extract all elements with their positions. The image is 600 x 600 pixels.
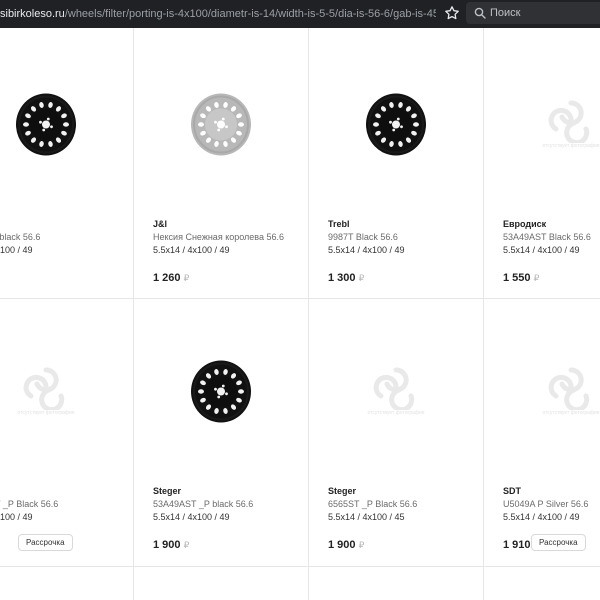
product-card[interactable]: отсутствует фотография Steger 6565ST _P Bl… xyxy=(309,299,483,565)
ruble-icon: ₽ xyxy=(183,273,190,283)
product-size: 5.5x14 / 4x100 / 45 xyxy=(328,512,405,522)
product-price: 1 300 ₽ xyxy=(328,272,365,284)
address-bar[interactable]: sibirkoleso.ru/wheels/filter/porting-is-… xyxy=(0,6,436,22)
product-price: 1 900 ₽ xyxy=(153,539,190,551)
wheel-black-icon xyxy=(189,360,253,429)
wheel-black-icon xyxy=(14,93,78,162)
no-photo-icon: отсутствует фотография xyxy=(16,364,76,424)
no-photo-icon: отсутствует фотография xyxy=(366,364,426,424)
product-brand[interactable]: Steger xyxy=(153,486,181,496)
product-name[interactable]: 9987T Black 56.6 xyxy=(328,232,398,242)
product-card[interactable]: Trebl 9987T Black 56.6 5.5x14 / 4x100 / 49… xyxy=(309,32,483,298)
product-name[interactable]: U5049A P Silver 56.6 xyxy=(503,499,588,509)
product-name[interactable]: 53A49AST _P black 56.6 xyxy=(153,499,253,509)
product-image[interactable]: отсутствует фотография xyxy=(309,349,483,439)
ruble-icon: ₽ xyxy=(358,273,365,283)
no-photo-caption: отсутствует фотография xyxy=(17,410,75,416)
product-card[interactable]: отсутствует фотография Евродиск 53A49AST B… xyxy=(484,32,600,298)
no-photo-caption: отсутствует фотография xyxy=(542,143,600,149)
no-photo-icon: отсутствует фотография xyxy=(541,364,600,424)
ruble-icon: ₽ xyxy=(183,540,190,550)
product-price: 1 260 ₽ xyxy=(153,272,190,284)
product-card[interactable]: Steger 53A49AST _P black 56.6 5.5x14 / 4x1… xyxy=(134,299,308,565)
product-brand[interactable]: J&l xyxy=(153,219,167,229)
product-card[interactable]: отсутствует фотография SDT U5049A P Silver… xyxy=(484,299,600,565)
product-name[interactable]: 6565ST _P Black 56.6 xyxy=(328,499,417,509)
ruble-icon: ₽ xyxy=(358,540,365,550)
no-photo-caption: отсутствует фотография xyxy=(367,410,425,416)
product-price: 1 550 ₽ xyxy=(503,272,540,284)
product-grid: A _P black 56.64 / 4x100 / 490 ₽ J&lНекс… xyxy=(0,28,600,600)
no-photo-caption: отсутствует фотография xyxy=(542,410,600,416)
product-image[interactable] xyxy=(134,349,308,439)
product-name[interactable]: Нексия Снежная королева 56.6 xyxy=(153,232,284,242)
browser-toolbar: sibirkoleso.ru/wheels/filter/porting-is-… xyxy=(0,0,600,28)
product-size: 4 / 4x100 / 49 xyxy=(0,245,33,255)
product-name[interactable]: 9AST _P Black 56.6 xyxy=(0,499,58,509)
product-name[interactable]: A _P black 56.6 xyxy=(0,232,40,242)
product-card[interactable]: отсутствует фотография 9AST _P Black 56.6… xyxy=(0,299,133,565)
product-size: 5.5x14 / 4x100 / 49 xyxy=(153,512,230,522)
product-size: 5.5x14 / 4x100 / 49 xyxy=(153,245,230,255)
product-size: 5.5x14 / 4x100 / 49 xyxy=(503,245,580,255)
product-brand[interactable]: Евродиск xyxy=(503,219,546,229)
product-image[interactable] xyxy=(0,82,133,172)
product-card[interactable]: A _P black 56.64 / 4x100 / 490 ₽ xyxy=(0,32,133,298)
product-size: 5.5x14 / 4x100 / 49 xyxy=(503,512,580,522)
product-name[interactable]: 53A49AST Black 56.6 xyxy=(503,232,591,242)
product-size: 4 / 4x100 / 49 xyxy=(0,512,33,522)
divider xyxy=(0,566,600,567)
wheel-silver-icon xyxy=(189,93,253,162)
product-price: 1 900 ₽ xyxy=(328,539,365,551)
product-brand[interactable]: Trebl xyxy=(328,219,350,229)
search-box[interactable]: Поиск xyxy=(466,2,600,24)
installment-button[interactable]: Рассрочка xyxy=(18,534,73,551)
product-image[interactable] xyxy=(309,82,483,172)
product-image[interactable]: отсутствует фотография xyxy=(484,349,600,439)
product-size: 5.5x14 / 4x100 / 49 xyxy=(328,245,405,255)
product-image[interactable]: отсутствует фотография xyxy=(484,82,600,172)
product-brand[interactable]: Steger xyxy=(328,486,356,496)
bookmark-star-icon[interactable] xyxy=(444,5,460,21)
url-domain: sibirkoleso.ru xyxy=(0,8,65,20)
ruble-icon: ₽ xyxy=(533,273,540,283)
search-input[interactable]: Поиск xyxy=(490,6,520,20)
installment-button[interactable]: Рассрочка xyxy=(531,534,586,551)
product-card[interactable]: J&l Нексия Снежная королева 56.6 5.5x14 / … xyxy=(134,32,308,298)
product-brand[interactable]: SDT xyxy=(503,486,521,496)
url-path: /wheels/filter/porting-is-4x100/diametr-… xyxy=(64,8,436,20)
search-icon xyxy=(474,7,486,19)
wheel-black-icon xyxy=(364,93,428,162)
product-image[interactable] xyxy=(134,82,308,172)
no-photo-icon: отсутствует фотография xyxy=(541,97,600,157)
product-image[interactable]: отсутствует фотография xyxy=(0,349,133,439)
